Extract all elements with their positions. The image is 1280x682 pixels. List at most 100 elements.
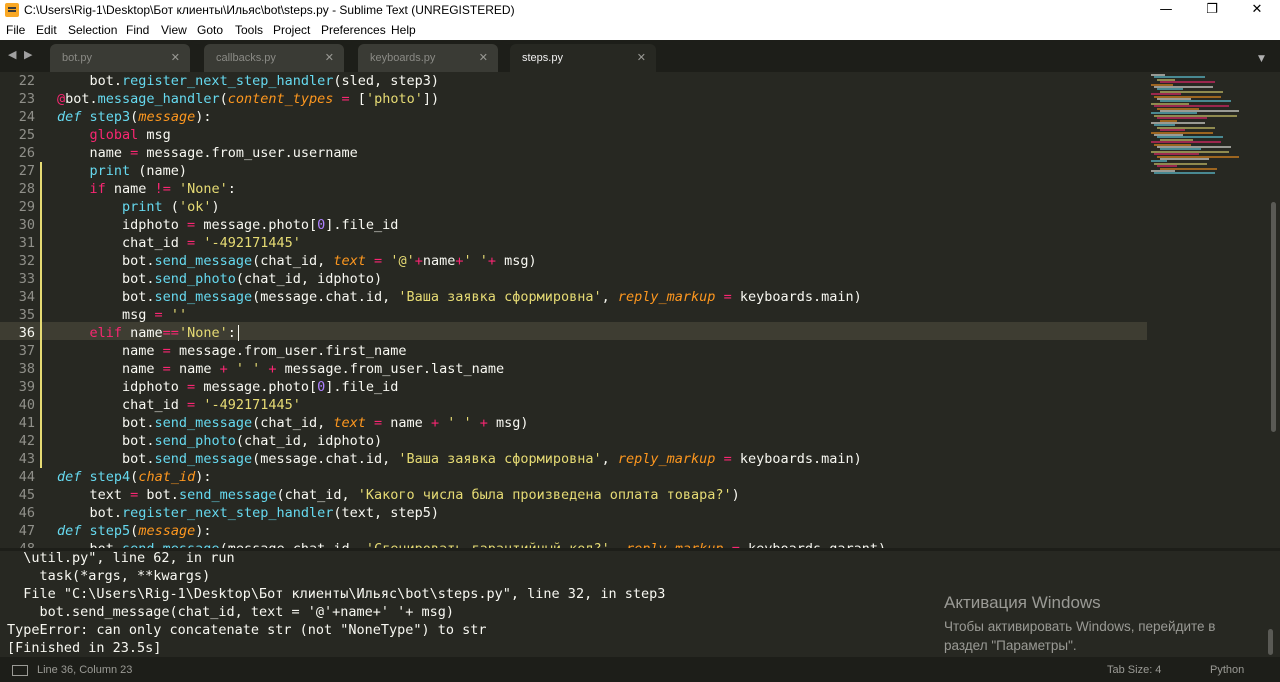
code-line: name = message.from_user.username	[57, 145, 358, 161]
output-line: bot.send_message(chat_id, text = '@'+nam…	[7, 604, 455, 620]
modified-line-marker	[40, 378, 42, 396]
line-number: 41	[18, 415, 35, 431]
code-line: msg = ''	[57, 307, 188, 323]
tab-bot-py[interactable]: bot.py ✕	[50, 44, 190, 72]
code-line: idphoto = message.photo[0].file_id	[57, 379, 399, 395]
modified-line-marker	[40, 414, 42, 432]
code-line: idphoto = message.photo[0].file_id	[57, 217, 399, 233]
scrollbar-thumb[interactable]	[1271, 202, 1276, 432]
code-line: def step3(message):	[57, 109, 212, 125]
menu-preferences[interactable]: Preferences	[321, 23, 386, 37]
menu-tools[interactable]: Tools	[235, 23, 263, 37]
syntax-selector[interactable]: Python	[1210, 664, 1244, 676]
line-number: 25	[18, 127, 35, 143]
minimap[interactable]	[1147, 72, 1267, 548]
line-number: 45	[18, 487, 35, 503]
text-cursor	[238, 325, 239, 341]
output-line: [Finished in 23.5s]	[7, 640, 162, 656]
tab-label: keyboards.py	[370, 52, 436, 64]
minimize-button[interactable]: —	[1143, 0, 1189, 22]
maximize-button[interactable]: ❐	[1189, 0, 1235, 22]
tab-steps-py[interactable]: steps.py ✕	[510, 44, 656, 72]
code-line: chat_id = '-492171445'	[57, 397, 301, 413]
line-number: 38	[18, 361, 35, 377]
modified-line-marker	[40, 288, 42, 306]
editor-scrollbar[interactable]	[1268, 72, 1280, 548]
chevron-down-icon[interactable]: ▼	[1258, 54, 1272, 64]
line-number: 34	[18, 289, 35, 305]
close-icon[interactable]: ✕	[479, 51, 488, 64]
modified-line-marker	[40, 198, 42, 216]
watermark-title: Активация Windows	[944, 593, 1101, 612]
modified-line-marker	[40, 432, 42, 450]
cursor-position: Line 36, Column 23	[37, 664, 133, 676]
window-title: C:\Users\Rig-1\Desktop\Бот клиенты\Ильяс…	[24, 3, 515, 17]
menu-view[interactable]: View	[161, 23, 187, 37]
windows-activation-watermark: Активация Windows Чтобы активировать Win…	[944, 593, 1244, 655]
line-number: 40	[18, 397, 35, 413]
close-button[interactable]: ✕	[1234, 0, 1280, 22]
tab-label: steps.py	[522, 52, 563, 64]
modified-line-marker	[40, 306, 42, 324]
watermark-text: Чтобы активировать Windows, перейдите в …	[944, 619, 1216, 653]
line-number: 39	[18, 379, 35, 395]
menu-selection[interactable]: Selection	[68, 23, 117, 37]
modified-line-marker	[40, 360, 42, 378]
code-line: bot.send_photo(chat_id, idphoto)	[57, 433, 383, 449]
modified-line-marker	[40, 324, 42, 342]
line-number: 32	[18, 253, 35, 269]
code-line: name = message.from_user.first_name	[57, 343, 407, 359]
line-number: 24	[18, 109, 35, 125]
status-bar: Line 36, Column 23 Tab Size: 4 Python	[0, 657, 1280, 682]
line-number: 43	[18, 451, 35, 467]
line-number: 22	[18, 73, 35, 89]
code-line: def step5(message):	[57, 523, 212, 539]
menu-project[interactable]: Project	[273, 23, 310, 37]
output-line: \util.py", line 62, in run	[7, 551, 235, 566]
minimap-line	[1154, 172, 1215, 175]
menu-goto[interactable]: Goto	[197, 23, 223, 37]
tab-size-selector[interactable]: Tab Size: 4	[1107, 664, 1161, 676]
line-number: 36	[18, 325, 35, 341]
modified-line-marker	[40, 180, 42, 198]
line-number: 27	[18, 163, 35, 179]
tab-callbacks-py[interactable]: callbacks.py ✕	[204, 44, 344, 72]
menu-file[interactable]: File	[6, 23, 25, 37]
tab-label: callbacks.py	[216, 52, 276, 64]
line-number: 33	[18, 271, 35, 287]
line-number: 29	[18, 199, 35, 215]
modified-line-marker	[40, 162, 42, 180]
modified-line-marker	[40, 342, 42, 360]
code-line: bot.send_message(chat_id, text = name + …	[57, 415, 529, 431]
line-number: 35	[18, 307, 35, 323]
modified-line-marker	[40, 252, 42, 270]
code-line: global msg	[89, 127, 171, 143]
menu-help[interactable]: Help	[391, 23, 416, 37]
modified-line-marker	[40, 216, 42, 234]
code-line: chat_id = '-492171445'	[57, 235, 301, 251]
menu-edit[interactable]: Edit	[36, 23, 57, 37]
output-line: File "C:\Users\Rig-1\Desktop\Бот клиенты…	[7, 586, 666, 602]
tab-bar: ◀ ▶ bot.py ✕ callbacks.py ✕ keyboards.py…	[0, 40, 1280, 72]
code-line: bot.send_photo(chat_id, idphoto)	[57, 271, 383, 287]
modified-line-marker	[40, 234, 42, 252]
panel-toggle-icon[interactable]	[12, 665, 28, 676]
code-line: bot.register_next_step_handler(text, ste…	[57, 505, 440, 521]
output-line: TypeError: can only concatenate str (not…	[7, 622, 487, 638]
menu-find[interactable]: Find	[126, 23, 149, 37]
close-icon[interactable]: ✕	[171, 51, 180, 64]
line-number: 44	[18, 469, 35, 485]
tab-keyboards-py[interactable]: keyboards.py ✕	[358, 44, 498, 72]
close-icon[interactable]: ✕	[325, 51, 334, 64]
tab-nav-arrows[interactable]: ◀ ▶	[8, 48, 34, 61]
code-line: bot.send_message(message.chat.id, 'Ваша …	[57, 289, 862, 305]
line-number: 23	[18, 91, 35, 107]
line-number: 48	[0, 540, 35, 548]
code-editor[interactable]: 22 23 24 25 26 27 28 29 30 31 32 33 34 35 36 37 38 39 40 41…	[0, 72, 1280, 548]
code-line: bot.send_message(message.chat.id, 'Ваша …	[57, 451, 862, 467]
output-scrollbar-thumb[interactable]	[1268, 629, 1273, 655]
menu-bar: File Edit Selection Find View Goto Tools…	[0, 22, 1280, 40]
line-number: 30	[18, 217, 35, 233]
close-icon[interactable]: ✕	[637, 51, 646, 64]
modified-line-marker	[40, 450, 42, 468]
